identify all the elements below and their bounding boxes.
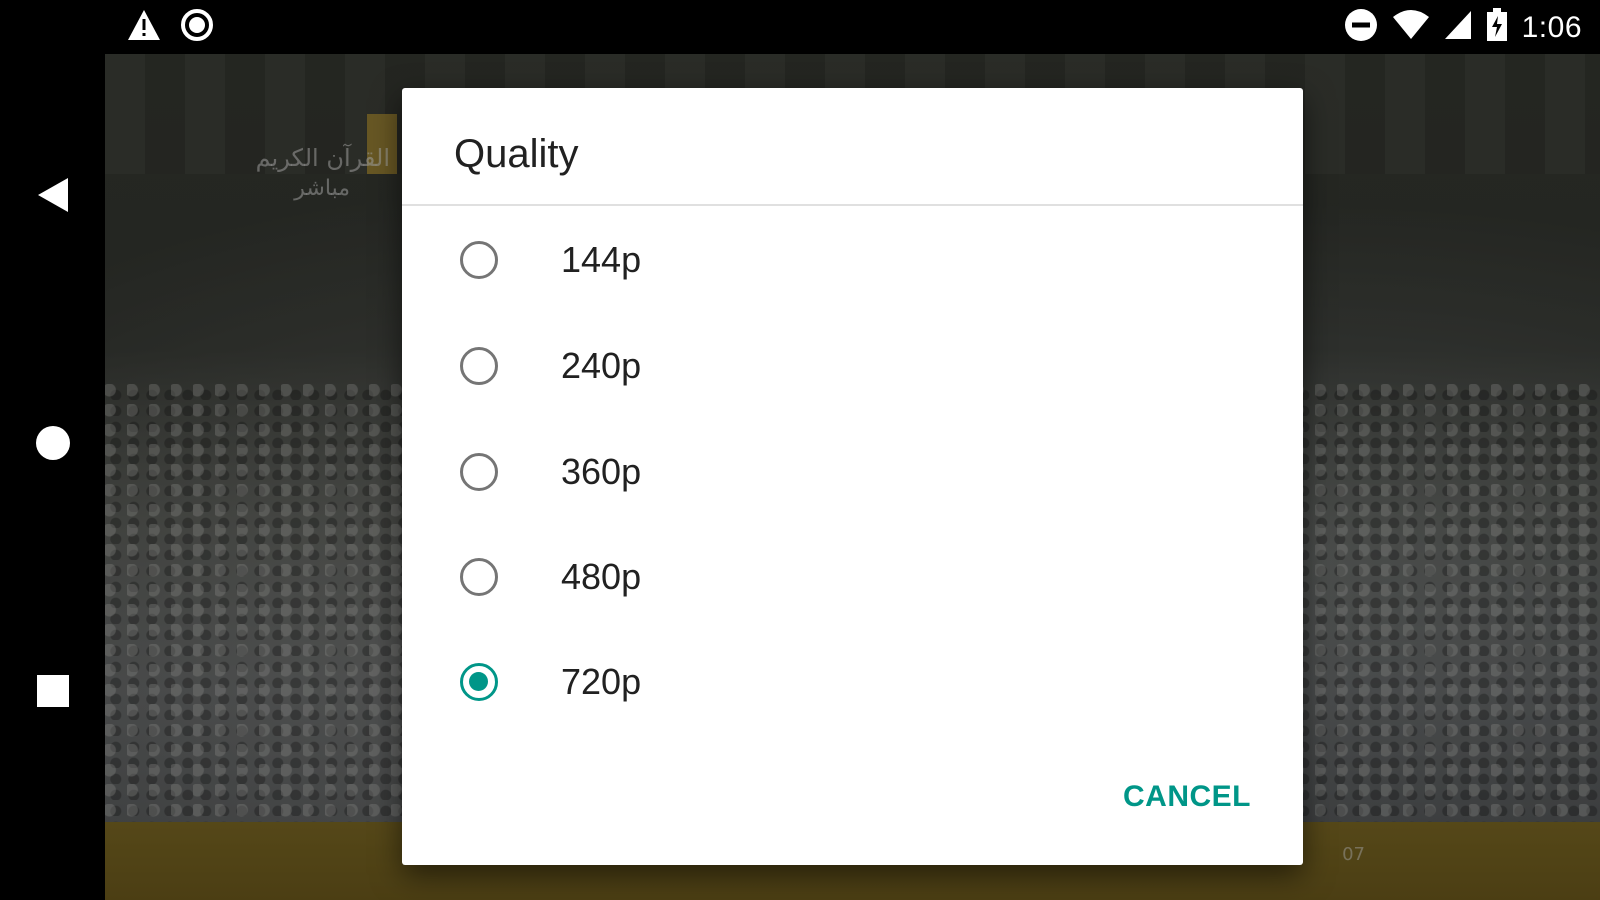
home-icon [36, 426, 70, 460]
option-label: 360p [561, 451, 642, 492]
back-icon [38, 178, 68, 212]
dialog-divider [402, 204, 1303, 206]
option-label: 240p [561, 345, 642, 386]
record-icon [180, 8, 214, 47]
status-bar: 1:06 [0, 0, 1600, 54]
status-left-icons [126, 8, 214, 47]
option-label: 480p [561, 556, 642, 597]
back-button[interactable] [34, 176, 72, 214]
radio-button[interactable] [460, 347, 498, 385]
quality-option-720p[interactable]: 720p [402, 635, 1303, 735]
recents-button[interactable] [34, 672, 72, 710]
quality-option-144p[interactable]: 144p [402, 213, 1303, 313]
status-time: 1:06 [1521, 10, 1582, 44]
wifi-icon [1392, 9, 1430, 46]
quality-option-480p[interactable]: 480p [402, 530, 1303, 630]
radio-button[interactable] [460, 453, 498, 491]
dialog-title: Quality [454, 132, 579, 176]
status-right-icons: 1:06 [1344, 8, 1582, 47]
do-not-disturb-icon [1344, 8, 1378, 47]
option-label: 720p [561, 661, 642, 702]
option-label: 144p [561, 239, 642, 280]
recents-icon [37, 675, 69, 707]
battery-charging-icon [1486, 8, 1508, 47]
radio-button-selected[interactable] [460, 663, 498, 701]
navigation-bar [0, 54, 105, 900]
quality-dialog: Quality 144p 240p 360p 480p 720p CANCEL [402, 88, 1303, 865]
radio-button[interactable] [460, 558, 498, 596]
radio-button[interactable] [460, 241, 498, 279]
signal-icon [1444, 9, 1472, 46]
cancel-button[interactable]: CANCEL [1123, 780, 1251, 814]
quality-option-240p[interactable]: 240p [402, 319, 1303, 419]
warning-icon [126, 8, 162, 47]
home-button[interactable] [34, 424, 72, 462]
quality-option-360p[interactable]: 360p [402, 425, 1303, 525]
